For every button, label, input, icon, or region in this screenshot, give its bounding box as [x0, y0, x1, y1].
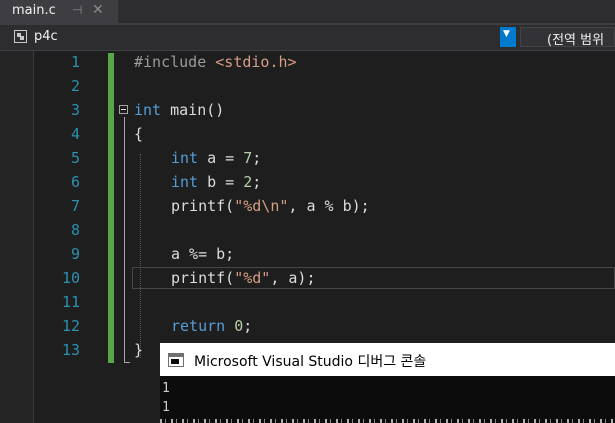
code-text: , a % b); — [288, 197, 370, 215]
code-line-9: a %= b; — [171, 245, 234, 263]
code-line-4: { — [134, 125, 143, 143]
line-number: 11 — [61, 293, 80, 311]
code-text: } — [134, 341, 144, 359]
code-text: ; — [252, 173, 262, 191]
code-text: a = — [198, 149, 244, 167]
line-number: 3 — [70, 101, 80, 119]
pin-icon[interactable]: ⊣ — [72, 3, 82, 17]
line-number: 7 — [70, 197, 80, 215]
keyword: int — [134, 101, 162, 119]
code-line-12: return 0; — [171, 317, 252, 335]
line-number: 4 — [70, 125, 80, 143]
line-number: 13 — [61, 341, 80, 359]
tab-main-c[interactable]: main.c ⊣ ✕ — [0, 0, 118, 23]
code-text: ; — [252, 149, 262, 167]
string-literal: "%d\n" — [234, 197, 289, 215]
line-number: 12 — [61, 317, 80, 335]
code-line-7: printf("%d\n", a % b); — [171, 197, 370, 215]
project-icon — [14, 30, 27, 43]
scope-dropdown[interactable]: (전역 범위 — [520, 27, 615, 48]
console-title: Microsoft Visual Studio 디버그 콘솔 — [194, 354, 427, 370]
code-line-3: int main() — [134, 101, 224, 119]
indent-guide — [140, 154, 141, 358]
code-text: printf( — [171, 197, 235, 215]
project-dropdown-button[interactable]: ▼ — [500, 27, 516, 47]
navigation-bar: p4c ▼ (전역 범위 — [0, 25, 615, 51]
include-header: <stdio.h> — [215, 53, 297, 71]
code-text: printf( — [171, 269, 235, 287]
number-literal: 0 — [234, 317, 244, 335]
keyword: int — [171, 173, 199, 191]
code-text: b = — [198, 173, 244, 191]
chevron-down-icon: ▼ — [503, 29, 510, 39]
project-dropdown[interactable]: p4c — [34, 29, 58, 44]
line-number-gutter: 1 2 3 4 5 6 7 8 9 10 11 12 13 — [34, 51, 116, 423]
outline-line — [124, 117, 125, 363]
console-window-icon — [168, 353, 184, 367]
collapse-icon[interactable] — [119, 105, 128, 114]
console-partial-text — [160, 419, 615, 423]
console-title-bar[interactable]: Microsoft Visual Studio 디버그 콘솔 — [160, 343, 615, 376]
preprocessor-directive: #include — [134, 53, 207, 71]
code-text: , a); — [270, 269, 316, 287]
line-number: 5 — [70, 149, 80, 167]
line-number: 6 — [70, 173, 80, 191]
line-number: 8 — [70, 221, 80, 239]
line-number: 9 — [70, 245, 80, 263]
line-number: 1 — [70, 53, 80, 71]
code-text: ; — [243, 317, 253, 335]
console-output-line: 1 — [162, 400, 170, 415]
code-line-10: printf("%d", a); — [171, 269, 316, 287]
outline-end — [124, 362, 130, 363]
scope-label: (전역 범위 — [547, 33, 605, 48]
code-text: { — [134, 125, 144, 143]
close-icon[interactable]: ✕ — [92, 2, 104, 18]
line-number: 10 — [61, 269, 80, 287]
debug-console-window[interactable]: Microsoft Visual Studio 디버그 콘솔 1 1 — [160, 343, 615, 423]
code-line-13: } — [134, 341, 143, 359]
code-text: main() — [161, 101, 225, 119]
line-number: 2 — [70, 77, 80, 95]
tab-title: main.c — [12, 3, 56, 18]
number-literal: 7 — [243, 149, 253, 167]
keyword: return — [171, 317, 226, 335]
code-line-6: int b = 2; — [171, 173, 261, 191]
string-literal: "%d" — [234, 269, 271, 287]
number-literal: 2 — [243, 173, 253, 191]
document-tab-bar: main.c ⊣ ✕ — [0, 0, 615, 23]
code-text: a %= b; — [171, 245, 235, 263]
code-line-1: #include <stdio.h> — [134, 53, 297, 71]
indicator-margin — [0, 51, 33, 423]
console-output-line: 1 — [162, 381, 170, 396]
change-tracking-bar — [108, 53, 114, 363]
keyword: int — [171, 149, 199, 167]
code-line-5: int a = 7; — [171, 149, 261, 167]
